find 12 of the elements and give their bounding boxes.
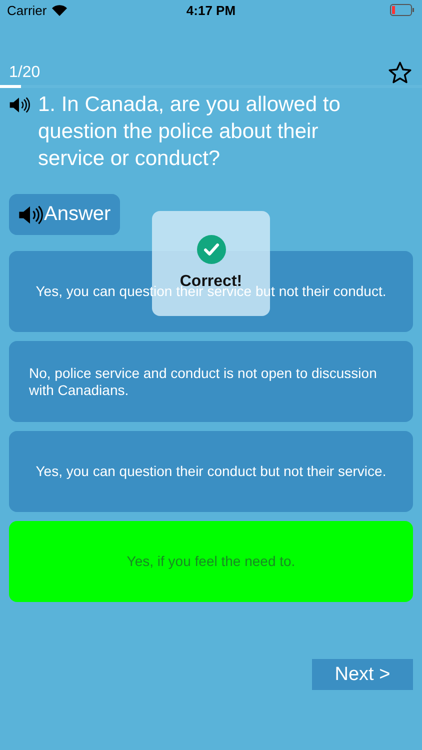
status-time: 4:17 PM [186, 2, 236, 18]
progress-label: 1/20 [9, 64, 40, 82]
next-button[interactable]: Next > [312, 659, 413, 690]
wifi-icon [52, 4, 67, 16]
question-text: 1. In Canada, are you allowed to question the police about their service or conduct? [38, 92, 342, 172]
answer-option[interactable]: Yes, you can question their conduct but not their service. [9, 431, 413, 512]
answer-option[interactable]: Yes, if you feel the need to. [9, 521, 413, 602]
star-icon[interactable] [387, 60, 413, 86]
answer-button[interactable]: Answer [9, 194, 120, 235]
check-icon [196, 235, 226, 264]
carrier-label: Carrier [7, 2, 47, 18]
answer-option[interactable]: No, police service and conduct is not open to discussion with Canadians. [9, 341, 413, 422]
